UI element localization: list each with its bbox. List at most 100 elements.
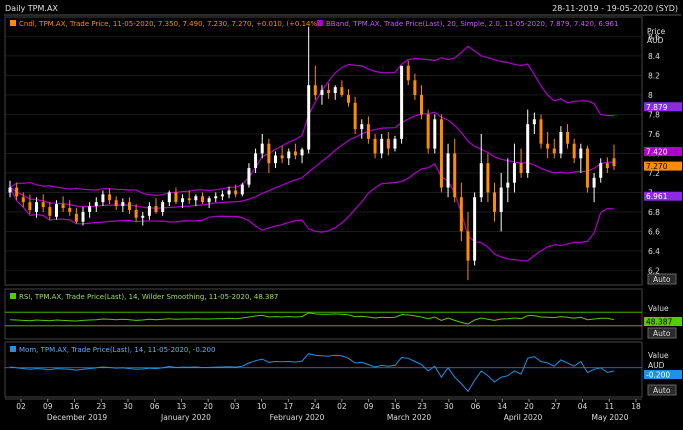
- candle-body: [612, 158, 616, 167]
- candle-body: [15, 187, 19, 197]
- candle-body: [506, 182, 510, 188]
- x-axis: 02 09 16 23 30 06 13 20 03 10 17 24 02 09 16 23 30 06 14 20…: [5, 398, 642, 422]
- candle-body: [227, 190, 231, 195]
- candle-body: [579, 148, 583, 159]
- mom-legend-swatch: [10, 346, 16, 352]
- candle-body: [313, 85, 317, 95]
- price-tick-label: 7.6: [648, 130, 660, 139]
- price-tick-label: 6.6: [648, 227, 660, 236]
- candle-body: [393, 138, 397, 149]
- candle-body: [307, 85, 311, 150]
- candle-body: [400, 65, 404, 139]
- mom-value-tag-text: -0.200: [646, 371, 670, 380]
- date-range: 28-11-2019 - 19-05-2020 (SYD): [552, 4, 678, 13]
- candle-body: [585, 148, 589, 188]
- candle-body: [293, 151, 297, 156]
- candle-body: [207, 198, 211, 203]
- price-axis-title: Price: [647, 27, 666, 36]
- rsi-auto-button[interactable]: Auto: [647, 327, 677, 339]
- candle-body: [546, 143, 550, 149]
- candle-body: [532, 119, 536, 125]
- mom-legend: Mom, TPM.AX, Trade Price(Last), 14, 11-0…: [10, 346, 215, 354]
- candle-body: [194, 196, 198, 201]
- candle-body: [380, 138, 384, 154]
- candle-body: [366, 124, 370, 139]
- x-day-label: 14: [498, 402, 508, 411]
- bband-middle-line: [9, 111, 615, 209]
- x-day-label: 03: [230, 402, 240, 411]
- x-day-label: 02: [337, 402, 347, 411]
- candle-body: [552, 148, 556, 154]
- rsi-axis-title: Value: [648, 304, 669, 313]
- x-day-label: 30: [444, 402, 454, 411]
- candle-body: [599, 163, 603, 178]
- x-day-label: 16: [70, 402, 80, 411]
- candle-legend-swatch: [10, 20, 16, 26]
- price-axis-unit: AUD: [647, 36, 664, 45]
- price-auto-label: Auto: [653, 275, 671, 284]
- x-day-label: 09: [364, 402, 374, 411]
- candle-body: [161, 202, 165, 212]
- x-month-label: March 2020: [387, 413, 432, 422]
- candle-body: [426, 114, 430, 149]
- bband-legend: BBand, TPM.AX, Trade Price(Last), 20, Si…: [317, 20, 618, 28]
- chart-canvas: Daily TPM.AX 28-11-2019 - 19-05-2020 (SY…: [4, 4, 682, 422]
- candle-body: [466, 231, 470, 261]
- rsi-value-tag-text: 48.387: [646, 318, 672, 327]
- price-tick-label: 6.4: [648, 247, 660, 256]
- candle-body: [108, 194, 112, 201]
- candle-body: [41, 202, 45, 208]
- candle-body: [260, 143, 264, 154]
- x-day-label: 09: [43, 402, 53, 411]
- price-tick-label: 8: [648, 91, 653, 100]
- price-tick-label: 7.8: [648, 110, 660, 119]
- candle-body: [566, 131, 570, 144]
- candle-body: [174, 192, 178, 203]
- candle-body: [154, 206, 158, 212]
- candle-body: [127, 202, 131, 210]
- candle-body: [446, 153, 450, 188]
- candle-body: [300, 149, 304, 156]
- candle-body: [200, 196, 204, 203]
- candle-body: [280, 155, 284, 159]
- candle-legend: Cndl, TPM.AX, Trade Price, 11-05-2020, 7…: [10, 20, 320, 28]
- x-day-label: 20: [524, 402, 534, 411]
- candle-body: [54, 204, 58, 217]
- price-auto-button[interactable]: Auto: [647, 273, 677, 285]
- candle-body: [247, 168, 251, 185]
- candle-body: [121, 202, 125, 207]
- candle-body: [592, 177, 596, 188]
- candle-body: [499, 187, 503, 212]
- candle-body: [360, 124, 364, 130]
- momentum-series: [5, 353, 642, 393]
- x-day-label: 06: [150, 402, 160, 411]
- candle-body: [101, 194, 105, 203]
- candle-body: [479, 163, 483, 198]
- candle-body: [526, 124, 530, 173]
- candle-legend-text: Cndl, TPM.AX, Trade Price, 11-05-2020, 7…: [19, 20, 320, 28]
- candle-body: [267, 143, 271, 164]
- price-tag-label: 6.961: [646, 192, 668, 201]
- price-tick-label: 8.2: [648, 71, 660, 80]
- candle-body: [373, 138, 377, 154]
- x-month-label: February 2020: [270, 413, 325, 422]
- price-tick-label: 6.8: [648, 208, 660, 217]
- candle-body: [433, 119, 437, 149]
- x-month-label: December 2019: [47, 413, 108, 422]
- x-day-label: 16: [391, 402, 401, 411]
- candle-body: [459, 197, 463, 232]
- candle-body: [386, 138, 390, 149]
- candle-body: [35, 202, 39, 212]
- x-day-label: 02: [16, 402, 26, 411]
- candle-body: [134, 209, 138, 218]
- x-day-label: 23: [96, 402, 106, 411]
- rsi-line: [9, 312, 615, 325]
- mom-axis-title: Value: [648, 351, 669, 360]
- candle-body: [81, 211, 85, 222]
- mom-auto-button[interactable]: Auto: [647, 384, 677, 396]
- candle-body: [473, 197, 477, 261]
- candle-body: [559, 131, 563, 154]
- chart-title: Daily TPM.AX: [5, 4, 58, 13]
- x-day-label: 27: [551, 402, 561, 411]
- candle-body: [94, 202, 98, 207]
